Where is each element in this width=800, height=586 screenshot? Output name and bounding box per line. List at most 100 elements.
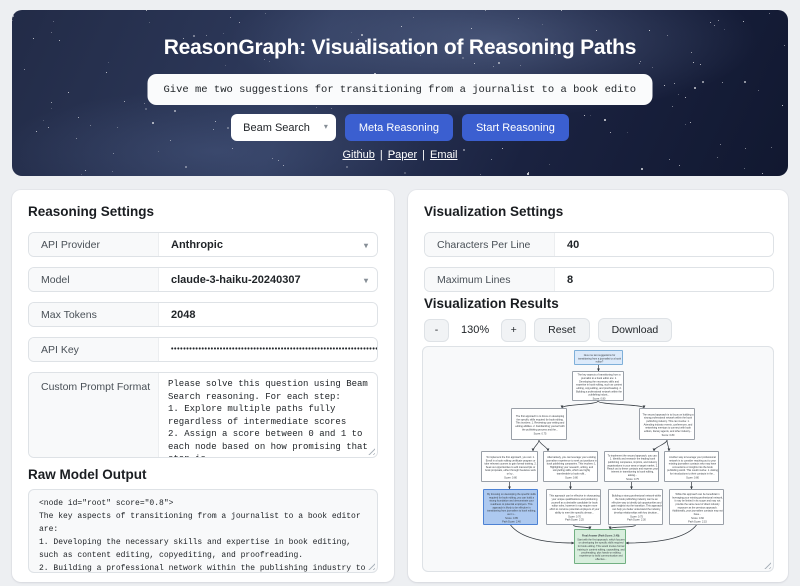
setting-row-max-tokens: Max Tokens2048 bbox=[28, 302, 378, 327]
raw-output-box[interactable]: <node id="root" score="0.8"> The key asp… bbox=[28, 489, 378, 573]
graph-node-final[interactable]: Final Answer (Path Score: 2.40):Start wi… bbox=[574, 529, 626, 564]
reset-button[interactable]: Reset bbox=[534, 318, 589, 342]
chevron-down-icon: ▾ bbox=[364, 276, 368, 285]
graph-node-text: To implement the first approach, you can… bbox=[482, 452, 538, 482]
graph-node-text: Another way to leverage your professiona… bbox=[665, 452, 719, 482]
start-reasoning-button[interactable]: Start Reasoning bbox=[462, 114, 569, 141]
graph-edge bbox=[511, 525, 575, 543]
visualization-card: Visualization Settings Characters Per Li… bbox=[408, 190, 788, 582]
method-select[interactable]: Beam Search ▾ bbox=[231, 114, 336, 141]
hero-link-paper[interactable]: Paper bbox=[388, 149, 417, 161]
star-dot bbox=[710, 22, 711, 23]
setting-value[interactable]: ••••••••••••••••••••••••••••••••••••••••… bbox=[159, 338, 377, 361]
star-dot bbox=[718, 20, 719, 21]
star-dot bbox=[185, 166, 187, 168]
star-dot bbox=[702, 81, 704, 83]
link-separator: | bbox=[422, 149, 425, 161]
meta-reasoning-button[interactable]: Meta Reasoning bbox=[345, 114, 453, 141]
star-dot bbox=[720, 144, 721, 145]
star-dot bbox=[51, 108, 52, 109]
star-dot bbox=[664, 85, 665, 86]
star-dot bbox=[331, 108, 332, 109]
zoom-in-button[interactable]: + bbox=[501, 319, 526, 342]
star-dot bbox=[68, 92, 69, 93]
star-dot bbox=[145, 108, 147, 110]
graph-edge bbox=[626, 525, 697, 543]
graph-node-text: The first approach is to focus on develo… bbox=[512, 409, 567, 440]
star-dot bbox=[700, 64, 701, 65]
star-dot bbox=[520, 65, 521, 66]
graph-node-c2[interactable]: This approach can be effective in showca… bbox=[546, 489, 601, 525]
setting-label: Model bbox=[29, 268, 159, 291]
graph-node-text: The second approach is to focus on build… bbox=[640, 409, 695, 440]
star-dot bbox=[485, 10, 486, 11]
custom-prompt-textarea[interactable]: Please solve this question using Beam Se… bbox=[159, 373, 377, 457]
star-dot bbox=[561, 10, 562, 11]
graph-node-b3[interactable]: To implement the second approach, you ca… bbox=[604, 451, 659, 482]
hero-links: Github|Paper|Email bbox=[12, 149, 788, 161]
graph-edge bbox=[654, 440, 667, 451]
star-dot bbox=[639, 63, 640, 64]
graph-node-text: Building a strong professional network w… bbox=[609, 490, 663, 525]
graph-node-c3[interactable]: Building a strong professional network w… bbox=[608, 489, 663, 525]
star-dot bbox=[652, 67, 653, 68]
star-dot bbox=[527, 173, 529, 175]
hero-header: ReasonGraph: Visualisation of Reasoning … bbox=[12, 10, 788, 176]
star-dot bbox=[112, 171, 113, 172]
star-dot bbox=[743, 21, 744, 22]
star-dot bbox=[106, 72, 107, 73]
graph-node-text: This approach can be effective in showca… bbox=[547, 490, 601, 525]
graph-node-c1[interactable]: By focusing on developing the specific s… bbox=[483, 489, 538, 525]
star-dot bbox=[225, 65, 226, 66]
graph-node-question[interactable]: Give me two suggestions for transitionin… bbox=[574, 350, 623, 365]
graph-node-a2[interactable]: The second approach is to focus on build… bbox=[639, 408, 695, 440]
setting-value[interactable]: 8 bbox=[555, 268, 773, 291]
star-dot bbox=[714, 25, 715, 26]
download-button[interactable]: Download bbox=[598, 318, 673, 342]
setting-value[interactable]: 40 bbox=[555, 233, 773, 256]
hero-link-github[interactable]: Github bbox=[342, 149, 374, 161]
star-dot bbox=[724, 29, 725, 30]
graph-node-c4[interactable]: While this approach can be beneficial in… bbox=[669, 489, 724, 525]
star-dot bbox=[283, 165, 284, 166]
star-dot bbox=[53, 21, 54, 22]
setting-row-maximum-lines: Maximum Lines8 bbox=[424, 267, 774, 292]
hero-link-email[interactable]: Email bbox=[430, 149, 458, 161]
graph-node-text: The key aspects of transitioning from a … bbox=[573, 372, 624, 401]
graph-node-root[interactable]: The key aspects of transitioning from a … bbox=[572, 371, 624, 401]
page-title: ReasonGraph: Visualisation of Reasoning … bbox=[12, 36, 788, 60]
setting-value[interactable]: 2048 bbox=[159, 303, 377, 326]
graph-edge bbox=[598, 401, 644, 408]
star-dot bbox=[174, 110, 176, 112]
graph-node-text: Give me two suggestions for transitionin… bbox=[575, 351, 623, 365]
star-dot bbox=[493, 66, 494, 67]
setting-value[interactable]: claude-3-haiku-20240307▾ bbox=[159, 268, 377, 291]
star-dot bbox=[471, 28, 472, 29]
question-input[interactable] bbox=[148, 74, 653, 105]
reasoning-settings-heading: Reasoning Settings bbox=[28, 204, 154, 219]
star-dot bbox=[528, 172, 529, 173]
star-dot bbox=[230, 17, 231, 18]
graph-node-a1[interactable]: The first approach is to focus on develo… bbox=[511, 408, 567, 440]
star-dot bbox=[542, 24, 543, 25]
star-dot bbox=[404, 172, 406, 174]
graph-node-b1[interactable]: To implement the first approach, you can… bbox=[481, 451, 538, 482]
star-dot bbox=[239, 22, 240, 23]
star-dot bbox=[762, 173, 763, 174]
reasoning-graph-canvas[interactable]: Give me two suggestions for transitionin… bbox=[422, 346, 774, 572]
star-dot bbox=[51, 32, 52, 33]
setting-row-api-provider: API ProviderAnthropic▾ bbox=[28, 232, 378, 257]
star-dot bbox=[769, 13, 770, 14]
star-dot bbox=[641, 168, 643, 170]
graph-node-text: Alternatively, you can leverage your exi… bbox=[544, 452, 598, 482]
star-dot bbox=[722, 82, 723, 83]
graph-node-b4[interactable]: Another way to leverage your professiona… bbox=[664, 451, 719, 482]
setting-value[interactable]: Anthropic▾ bbox=[159, 233, 377, 256]
star-dot bbox=[316, 107, 317, 108]
star-dot bbox=[596, 30, 597, 31]
star-dot bbox=[685, 97, 686, 98]
graph-node-b2[interactable]: Alternatively, you can leverage your exi… bbox=[543, 451, 598, 482]
zoom-out-button[interactable]: - bbox=[424, 319, 449, 342]
star-dot bbox=[85, 170, 86, 171]
setting-row-characters-per-line: Characters Per Line40 bbox=[424, 232, 774, 257]
